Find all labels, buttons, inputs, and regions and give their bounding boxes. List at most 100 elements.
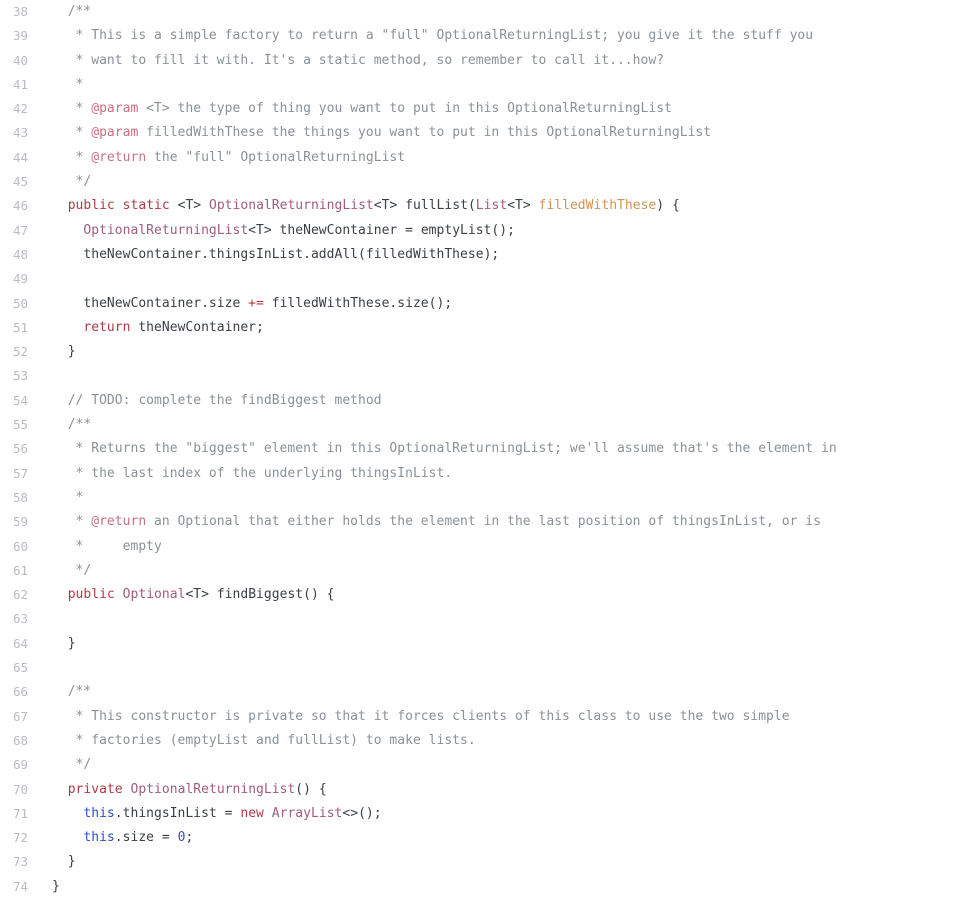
line-number: 53 xyxy=(12,368,28,384)
code-line[interactable]: 55 /** xyxy=(0,413,963,437)
code-line[interactable]: 48 theNewContainer.thingsInList.addAll(f… xyxy=(0,243,963,267)
code-line-content[interactable]: } xyxy=(52,632,76,656)
code-line-content[interactable]: theNewContainer.size += filledWithThese.… xyxy=(52,292,452,316)
code-line[interactable]: 40 * want to fill it with. It's a static… xyxy=(0,49,963,73)
code-line-content[interactable]: } xyxy=(52,850,76,874)
code-line[interactable]: 65 xyxy=(0,656,963,680)
code-line[interactable]: 68 * factories (emptyList and fullList) … xyxy=(0,729,963,753)
code-token-parameter: filledWithThese xyxy=(538,198,657,214)
code-token-plain: theNewContainer.size xyxy=(52,295,249,311)
code-line[interactable]: 50 theNewContainer.size += filledWithThe… xyxy=(0,292,963,316)
line-number: 60 xyxy=(12,538,28,554)
code-line[interactable]: 60 * empty xyxy=(0,535,963,559)
code-line-content[interactable]: this.thingsInList = new ArrayList<>(); xyxy=(52,802,382,826)
line-number: 57 xyxy=(12,465,28,481)
code-line[interactable]: 63 xyxy=(0,607,963,631)
code-line[interactable]: 67 * This constructor is private so that… xyxy=(0,705,963,729)
code-line-content[interactable]: * Returns the "biggest" element in this … xyxy=(52,437,837,461)
code-lines-container[interactable]: 38 /** 39 * This is a simple factory to r… xyxy=(0,0,963,899)
code-line-content[interactable]: * factories (emptyList and fullList) to … xyxy=(52,729,476,753)
code-line[interactable]: 42 * @param <T> the type of thing you wa… xyxy=(0,97,963,121)
code-line[interactable]: 46 public static <T> OptionalReturningLi… xyxy=(0,194,963,218)
code-line-content[interactable]: * want to fill it with. It's a static me… xyxy=(52,49,664,73)
code-token-operator: += xyxy=(248,295,264,311)
code-line-content[interactable]: * the last index of the underlying thing… xyxy=(52,462,453,486)
code-line[interactable]: 70 private OptionalReturningList() { xyxy=(0,778,963,802)
code-token-plain: <T> findBiggest() { xyxy=(185,587,335,603)
code-line-content[interactable]: * @param <T> the type of thing you want … xyxy=(52,97,672,121)
code-line[interactable]: 53 xyxy=(0,364,963,388)
code-line[interactable]: 44 * @return the "full" OptionalReturnin… xyxy=(0,146,963,170)
code-line[interactable]: 58 * xyxy=(0,486,963,510)
code-line-content[interactable]: * xyxy=(52,486,84,510)
code-line-content[interactable]: OptionalReturningList<T> theNewContainer… xyxy=(52,219,515,243)
code-line[interactable]: 69 */ xyxy=(0,753,963,777)
code-line[interactable]: 61 */ xyxy=(0,559,963,583)
line-number: 55 xyxy=(12,417,28,433)
code-token-keyword: public xyxy=(67,198,115,214)
code-line-content[interactable]: return theNewContainer; xyxy=(52,316,264,340)
code-token-plain: .thingsInList xyxy=(114,805,225,821)
line-number: 54 xyxy=(12,392,28,408)
code-line[interactable]: 41 * xyxy=(0,73,963,97)
line-number: 44 xyxy=(12,149,28,165)
code-token-plain: = xyxy=(224,805,233,821)
line-number: 65 xyxy=(12,660,28,676)
code-token-comment: /** xyxy=(52,4,92,19)
code-line[interactable]: 56 * Returns the "biggest" element in th… xyxy=(0,437,963,461)
code-line-content[interactable]: * This constructor is private so that it… xyxy=(52,705,790,729)
code-line[interactable]: 38 /** xyxy=(0,0,963,24)
code-line[interactable]: 72 this.size = 0; xyxy=(0,826,963,850)
code-line-content[interactable]: */ xyxy=(52,559,92,583)
code-line[interactable]: 57 * the last index of the underlying th… xyxy=(0,462,963,486)
code-line[interactable]: 43 * @param filledWithThese the things y… xyxy=(0,121,963,145)
code-line[interactable]: 39 * This is a simple factory to return … xyxy=(0,24,963,48)
code-line[interactable]: 54 // TODO: complete the findBiggest met… xyxy=(0,389,963,413)
code-line[interactable]: 51 return theNewContainer; xyxy=(0,316,963,340)
code-line-content[interactable]: this.size = 0; xyxy=(52,826,193,850)
code-line-content[interactable]: * @param filledWithThese the things you … xyxy=(52,121,712,145)
code-token-keyword: return xyxy=(83,319,131,335)
code-line-content[interactable]: } xyxy=(52,340,76,364)
code-line-content[interactable]: */ xyxy=(52,170,92,194)
code-line-content[interactable]: } xyxy=(52,875,60,899)
code-line[interactable]: 59 * @return an Optional that either hol… xyxy=(0,510,963,534)
code-token-plain: emptyList(); xyxy=(412,222,515,238)
code-line[interactable]: 52 } xyxy=(0,340,963,364)
code-line-content[interactable]: // TODO: complete the findBiggest method xyxy=(52,389,382,413)
code-line[interactable]: 45 */ xyxy=(0,170,963,194)
code-line[interactable]: 74} xyxy=(0,875,963,899)
line-number: 49 xyxy=(12,271,28,287)
code-line-content[interactable]: */ xyxy=(52,753,92,777)
code-line-content[interactable]: theNewContainer.thingsInList.addAll(fill… xyxy=(52,243,499,267)
code-line-content[interactable]: * empty xyxy=(52,535,162,559)
code-line[interactable]: 62 public Optional<T> findBiggest() { xyxy=(0,583,963,607)
code-token-comment: <T> the type of thing you want to put in… xyxy=(138,101,672,117)
code-line[interactable]: 47 OptionalReturningList<T> theNewContai… xyxy=(0,219,963,243)
code-line-content[interactable]: public static <T> OptionalReturningList<… xyxy=(52,194,680,218)
code-line-content[interactable]: * This is a simple factory to return a "… xyxy=(52,24,814,48)
code-line[interactable]: 66 /** xyxy=(0,680,963,704)
code-token-comment: /** xyxy=(52,684,92,700)
code-line[interactable]: 73 } xyxy=(0,850,963,874)
code-line[interactable]: 49 xyxy=(0,267,963,291)
code-line[interactable]: 64 } xyxy=(0,632,963,656)
code-line-content[interactable]: public Optional<T> findBiggest() { xyxy=(52,583,335,607)
code-line-content[interactable]: /** xyxy=(52,0,92,24)
code-token-this_keyword: this xyxy=(83,805,115,821)
code-token-javadoc_tag: @return xyxy=(91,149,147,165)
code-line[interactable]: 71 this.thingsInList = new ArrayList<>()… xyxy=(0,802,963,826)
code-token-comment: * This constructor is private so that it… xyxy=(52,708,790,724)
code-editor[interactable]: 38 /** 39 * This is a simple factory to r… xyxy=(0,0,963,894)
code-line-content[interactable]: * xyxy=(52,73,84,97)
code-line-content[interactable]: * @return the "full" OptionalReturningLi… xyxy=(52,146,406,170)
code-line-content[interactable]: private OptionalReturningList() { xyxy=(52,778,327,802)
code-line-content[interactable]: /** xyxy=(52,413,92,437)
code-token-plain: theNewContainer.thingsInList.addAll(fill… xyxy=(52,246,500,262)
code-line-content[interactable]: * @return an Optional that either holds … xyxy=(52,510,821,534)
line-number: 71 xyxy=(12,805,28,821)
code-line-content[interactable]: /** xyxy=(52,680,92,704)
code-token-javadoc_tag: @return xyxy=(91,514,147,530)
